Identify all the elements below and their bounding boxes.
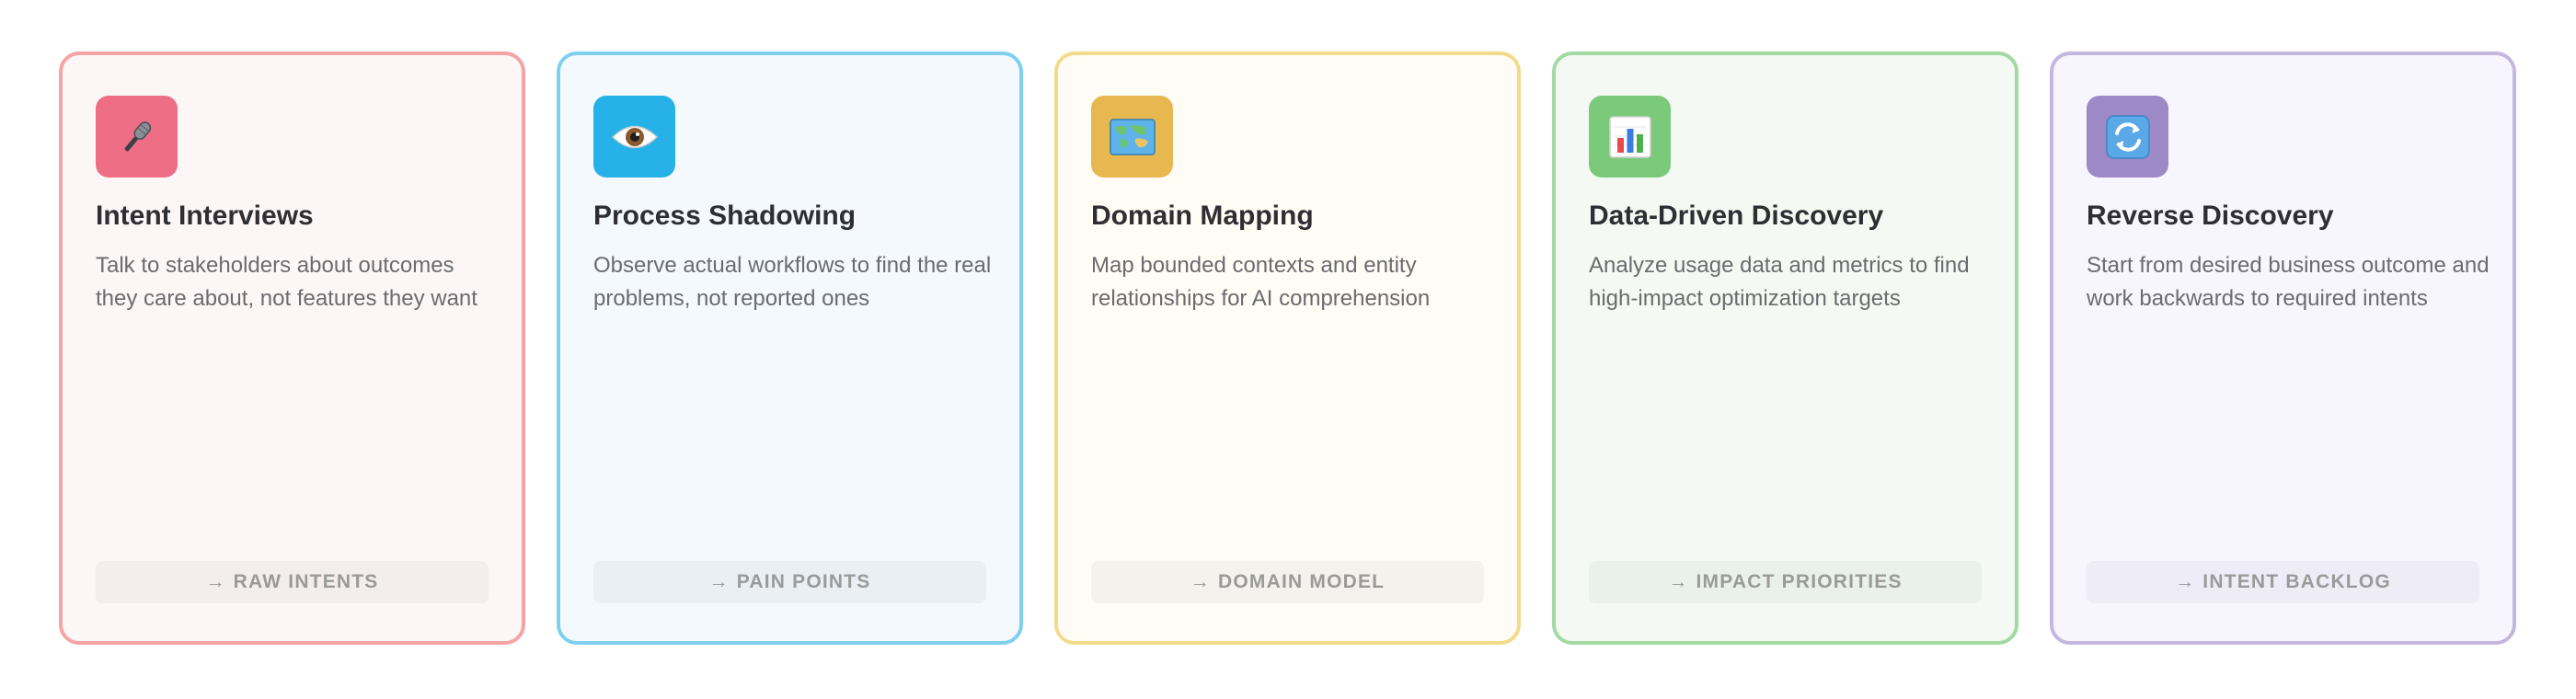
world-map-icon (1091, 96, 1173, 178)
output-label: DOMAIN MODEL (1217, 571, 1386, 592)
card-domain-mapping: Domain Mapping Map bounded contexts and … (1054, 52, 1521, 645)
card-title: Data-Driven Discovery (1589, 201, 1884, 231)
card-description: Talk to stakeholders about outcomes they… (96, 253, 477, 311)
discovery-methods-cards: Intent Interviews Talk to stakeholders a… (59, 52, 2516, 645)
card-process-shadowing: Process Shadowing Observe actual workflo… (557, 52, 1023, 645)
microphone-icon (96, 96, 178, 178)
output-badge: → PAIN POINTS (593, 561, 986, 603)
output-label: RAW INTENTS (233, 571, 379, 592)
output-badge: → IMPACT PRIORITIES (1589, 561, 1982, 603)
output-badge: → RAW INTENTS (96, 561, 489, 603)
bar-chart-icon (1589, 96, 1671, 178)
output-badge: → DOMAIN MODEL (1091, 561, 1484, 603)
refresh-arrows-icon (2087, 96, 2168, 178)
card-description: Map bounded contexts and entity relation… (1091, 253, 1431, 311)
card-reverse-discovery: Reverse Discovery Start from desired bus… (2050, 52, 2516, 645)
card-title: Process Shadowing (593, 201, 857, 231)
arrow-icon: → (205, 571, 226, 592)
arrow-icon: → (2175, 571, 2196, 592)
card-title: Domain Mapping (1091, 201, 1314, 231)
card-title: Reverse Discovery (2087, 201, 2334, 231)
card-title: Intent Interviews (96, 201, 314, 231)
arrow-icon: → (708, 571, 730, 592)
card-data-driven-discovery: Data-Driven Discovery Analyze usage data… (1552, 52, 2018, 645)
card-intent-interviews: Intent Interviews Talk to stakeholders a… (59, 52, 525, 645)
eye-icon (593, 96, 675, 178)
card-description: Analyze usage data and metrics to find h… (1589, 253, 1970, 311)
output-badge: → INTENT BACKLOG (2087, 561, 2479, 603)
arrow-icon: → (1668, 571, 1689, 592)
output-label: INTENT BACKLOG (2202, 571, 2391, 592)
arrow-icon: → (1190, 571, 1211, 592)
output-label: PAIN POINTS (736, 571, 871, 592)
card-description: Start from desired business outcome and … (2087, 253, 2490, 311)
card-description: Observe actual workflows to find the rea… (593, 253, 992, 311)
output-label: IMPACT PRIORITIES (1696, 571, 1903, 592)
